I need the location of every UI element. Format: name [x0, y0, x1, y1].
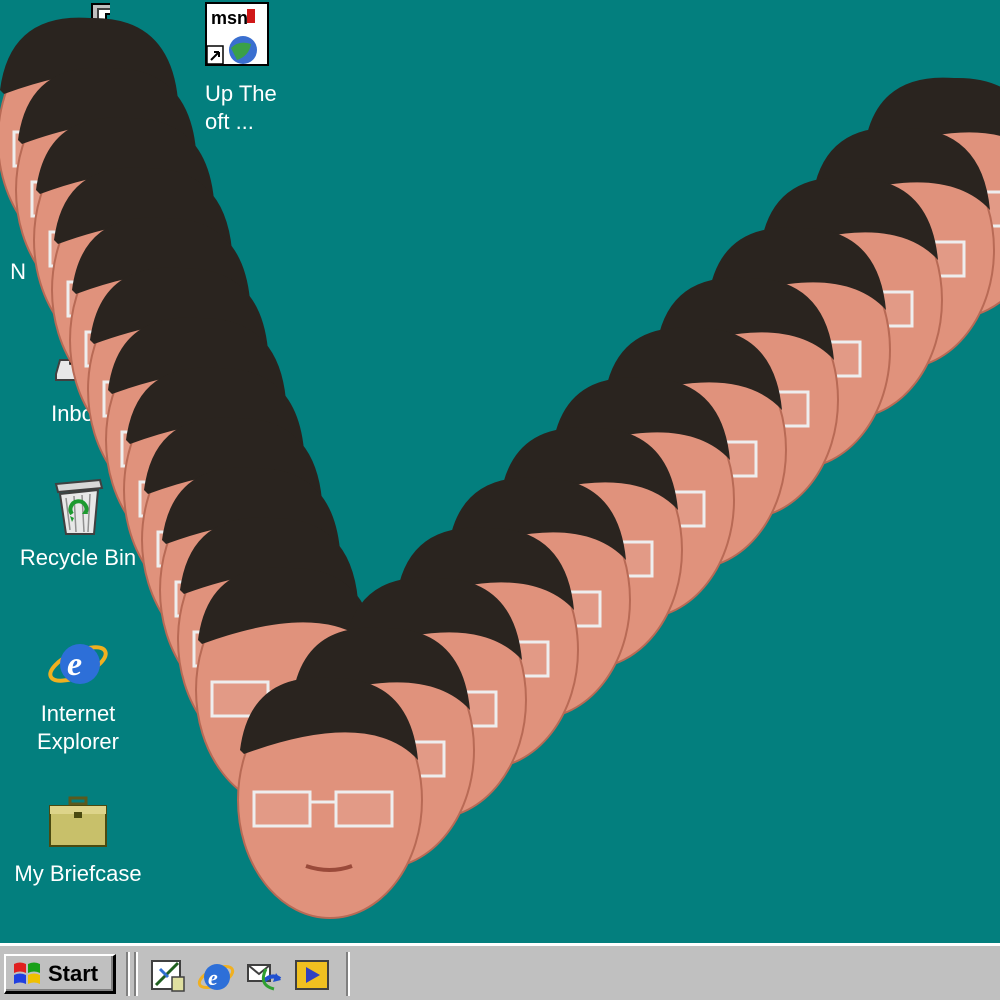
desktop-icon-my-computer[interactable]: M [0, 0, 158, 106]
network-icon [0, 186, 50, 250]
inbox-icon [55, 334, 97, 381]
windows-logo-icon [14, 962, 40, 984]
svg-text:e: e [67, 646, 82, 683]
face-photo [809, 127, 995, 369]
icon-label: Recycle Bin [19, 545, 137, 570]
icon-label: My Briefcase [14, 861, 142, 886]
taskbar: Start e [0, 943, 1000, 1000]
computer-icon [91, 3, 110, 59]
face-photo [289, 627, 475, 869]
face-photo [549, 377, 735, 619]
face-photo [653, 277, 839, 519]
desktop-icon-my-briefcase[interactable]: My Briefcase [0, 790, 158, 888]
msn-shortcut-icon: msn [205, 2, 269, 66]
desktop-icon-recycle-bin[interactable]: Recycle Bin [0, 474, 158, 572]
face-photo [141, 417, 327, 659]
internet-explorer-icon: e [48, 644, 108, 684]
face-photo [705, 227, 891, 469]
face-photo [159, 467, 345, 709]
taskbar-separator [126, 952, 130, 996]
taskbar-separator [346, 952, 350, 996]
face-photo [341, 577, 527, 819]
icon-label: M [10, 79, 29, 104]
desktop-icon-internet-explorer[interactable]: e Internet Explorer [0, 630, 158, 756]
start-label: Start [48, 960, 99, 986]
desktop-icon-msn[interactable]: msn Up The oft ... [157, 2, 317, 136]
desktop: M msn Up The oft ... N Inbox Recycle Bin… [0, 0, 1000, 943]
icon-label: Internet Explorer [37, 701, 119, 754]
show-desktop-icon[interactable] [148, 955, 188, 995]
outlook-express-icon[interactable] [244, 955, 284, 995]
icon-label: N [10, 259, 26, 284]
face-photo [497, 427, 683, 669]
desktop-icon-network[interactable]: N [0, 186, 98, 286]
recycle-bin-icon [54, 478, 104, 535]
desktop-icon-inbox[interactable]: Inbox [0, 330, 158, 428]
face-photo [393, 527, 579, 769]
briefcase-icon [49, 796, 107, 847]
face-photo [601, 327, 787, 569]
face-photo [237, 677, 423, 919]
face-photo [177, 517, 363, 759]
internet-explorer-icon[interactable]: e [196, 955, 236, 995]
channels-icon[interactable] [292, 955, 332, 995]
face-photo [445, 477, 631, 719]
start-button[interactable]: Start [4, 954, 116, 994]
taskbar-separator [134, 952, 138, 996]
icon-label: Up The oft ... [205, 81, 277, 134]
svg-text:e: e [208, 965, 218, 990]
icon-label: Inbox [51, 401, 105, 426]
svg-text:msn: msn [211, 8, 248, 28]
face-photo [757, 177, 943, 419]
face-photo [861, 77, 1000, 319]
face-photo [195, 567, 381, 809]
